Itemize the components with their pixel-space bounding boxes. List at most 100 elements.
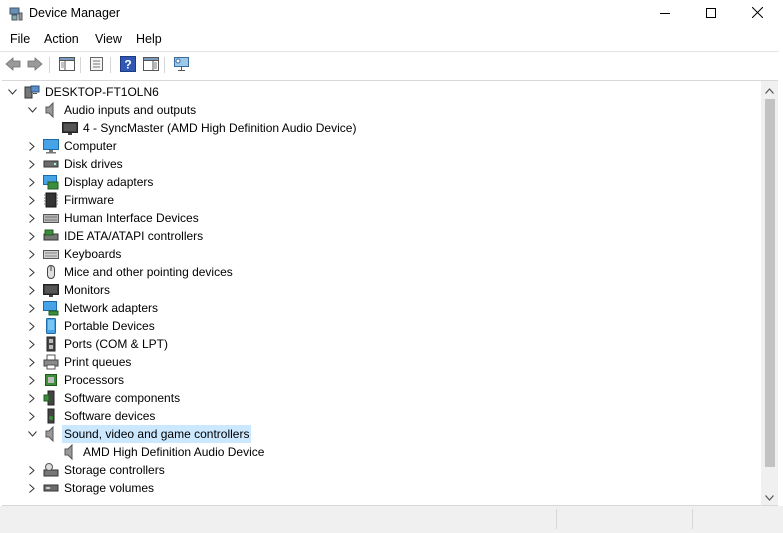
properties-button[interactable]	[88, 56, 106, 74]
expand-chevron-icon[interactable]	[25, 353, 39, 371]
collapse-chevron-icon[interactable]	[25, 101, 39, 119]
expand-chevron-icon[interactable]	[25, 281, 39, 299]
close-button[interactable]	[734, 0, 780, 28]
tree-item-label: Software components	[64, 391, 181, 405]
scroll-down-button[interactable]	[761, 488, 778, 505]
show-hide-console-tree-button[interactable]	[58, 56, 76, 74]
expand-chevron-icon[interactable]	[25, 335, 39, 353]
tree-item-label: Disk drives	[64, 157, 123, 171]
close-icon	[751, 6, 763, 21]
tree-item-label: Network adapters	[64, 301, 159, 315]
toolbar-separator	[49, 57, 50, 73]
menu-action[interactable]: Action	[44, 32, 79, 46]
tree-item-label: Display adapters	[64, 175, 154, 189]
expand-chevron-icon[interactable]	[25, 173, 39, 191]
tree-item-label: Ports (COM & LPT)	[64, 337, 169, 351]
storage-controller-icon	[43, 462, 59, 478]
monitor-icon	[62, 120, 78, 136]
svg-text:?: ?	[124, 57, 131, 71]
properties-icon	[89, 56, 105, 74]
toolbar: ?	[0, 52, 783, 78]
forward-icon	[27, 56, 43, 74]
back-button[interactable]	[4, 56, 22, 74]
scroll-up-arrow-icon	[765, 83, 774, 97]
expand-chevron-icon[interactable]	[25, 137, 39, 155]
minimize-button[interactable]	[642, 0, 688, 28]
expand-chevron-icon[interactable]	[25, 227, 39, 245]
scan-hardware-button[interactable]	[173, 56, 191, 74]
port-icon	[43, 336, 59, 352]
tree-item-label: Portable Devices	[64, 319, 155, 333]
toolbar-separator	[110, 57, 111, 73]
menu-bar: File Action View Help	[0, 29, 783, 51]
firmware-icon	[43, 192, 59, 208]
toolbar-separator	[80, 57, 81, 73]
tree-item-label: AMD High Definition Audio Device	[83, 445, 265, 459]
scan-hardware-icon	[173, 56, 191, 75]
disk-drive-icon	[43, 156, 59, 172]
expand-chevron-icon[interactable]	[25, 371, 39, 389]
menu-file[interactable]: File	[10, 32, 30, 46]
software-component-icon	[43, 390, 59, 406]
vertical-scrollbar[interactable]	[761, 81, 778, 505]
device-manager-icon	[9, 7, 23, 21]
display-adapter-icon	[43, 174, 59, 190]
expand-chevron-icon[interactable]	[25, 479, 39, 497]
status-pane-secondary	[557, 509, 693, 529]
forward-button[interactable]	[26, 56, 44, 74]
expand-chevron-icon[interactable]	[25, 389, 39, 407]
tree-item-label: Storage volumes	[64, 481, 155, 495]
tree-item-label: Storage controllers	[64, 463, 165, 477]
expand-chevron-icon[interactable]	[25, 245, 39, 263]
ide-controller-icon	[43, 228, 59, 244]
status-pane-main	[0, 509, 557, 529]
title-bar: Device Manager	[0, 0, 783, 28]
tree-item-label: Sound, video and game controllers	[62, 425, 252, 443]
show-hide-console-tree-icon	[59, 56, 75, 74]
speaker-icon	[62, 443, 78, 461]
action-pane-button[interactable]	[142, 56, 160, 74]
expand-chevron-icon[interactable]	[25, 299, 39, 317]
scroll-down-arrow-icon	[765, 490, 774, 504]
tree-item-label: Computer	[64, 139, 117, 153]
collapse-chevron-icon[interactable]	[5, 83, 19, 101]
tree-item-label: Mice and other pointing devices	[64, 265, 233, 279]
speaker-icon	[43, 425, 59, 443]
portable-device-icon	[43, 318, 59, 334]
tree-item-label: Processors	[64, 373, 125, 387]
collapse-chevron-icon[interactable]	[25, 425, 39, 443]
scrollbar-thumb[interactable]	[765, 99, 775, 467]
scroll-up-button[interactable]	[761, 81, 778, 98]
expand-chevron-icon[interactable]	[25, 155, 39, 173]
expand-chevron-icon[interactable]	[25, 191, 39, 209]
minimize-icon	[660, 7, 670, 21]
tree-root-label: DESKTOP-FT1OLN6	[45, 85, 159, 99]
expand-chevron-icon[interactable]	[25, 209, 39, 227]
expand-chevron-icon[interactable]	[25, 263, 39, 281]
software-device-icon	[43, 408, 59, 424]
tree-item-label: Audio inputs and outputs	[64, 103, 197, 117]
expand-chevron-icon[interactable]	[25, 461, 39, 479]
window-title: Device Manager	[29, 6, 121, 20]
tree-item-label: IDE ATA/ATAPI controllers	[64, 229, 204, 243]
hid-icon	[43, 210, 59, 226]
menu-view[interactable]: View	[95, 32, 122, 46]
computer-icon	[43, 138, 59, 154]
status-pane-tertiary	[693, 509, 779, 529]
device-tree[interactable]: DESKTOP-FT1OLN6 Audio inputs and outputs…	[2, 81, 760, 505]
maximize-button[interactable]	[688, 0, 734, 28]
mouse-icon	[43, 264, 59, 280]
speaker-icon	[43, 101, 59, 119]
back-icon	[5, 56, 21, 74]
status-bar	[0, 506, 783, 533]
expand-chevron-icon[interactable]	[25, 317, 39, 335]
printer-icon	[43, 354, 59, 370]
tree-item-label: Firmware	[64, 193, 114, 207]
menu-help[interactable]: Help	[136, 32, 162, 46]
toolbar-separator	[164, 57, 165, 73]
tree-item-label: Monitors	[64, 283, 111, 297]
tree-item-label: Human Interface Devices	[64, 211, 199, 225]
expand-chevron-icon[interactable]	[25, 407, 39, 425]
device-tree-pane: DESKTOP-FT1OLN6 Audio inputs and outputs…	[2, 80, 778, 506]
help-button[interactable]: ?	[119, 55, 137, 74]
